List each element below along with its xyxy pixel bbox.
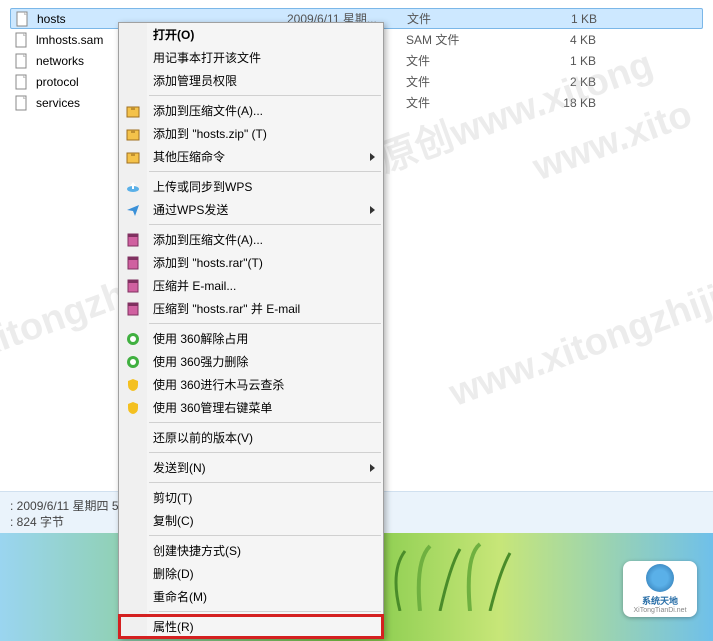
menu-separator [149, 95, 381, 96]
360-shield-icon [125, 400, 141, 416]
file-type: SAM 文件 [406, 31, 516, 48]
menu-open-notepad[interactable]: 用记事本打开该文件 [119, 46, 383, 69]
menu-add-hosts-rar[interactable]: 添加到 "hosts.rar"(T) [119, 251, 383, 274]
menu-upload-wps[interactable]: 上传或同步到WPS [119, 175, 383, 198]
badge-title: 系统天地 [642, 594, 678, 607]
file-icon [14, 95, 30, 111]
menu-add-archive[interactable]: 添加到压缩文件(A)... [119, 99, 383, 122]
archive-icon [125, 126, 141, 142]
file-size: 4 KB [516, 33, 596, 47]
menu-separator [149, 452, 381, 453]
menu-separator [149, 482, 381, 483]
menu-360-trojan-scan[interactable]: 使用 360进行木马云查杀 [119, 373, 383, 396]
menu-separator [149, 422, 381, 423]
menu-cut[interactable]: 剪切(T) [119, 486, 383, 509]
archive-icon [125, 149, 141, 165]
menu-compress-rar-email[interactable]: 压缩到 "hosts.rar" 并 E-mail [119, 297, 383, 320]
file-size: 18 KB [516, 96, 596, 110]
360-icon [125, 354, 141, 370]
file-size: 1 KB [517, 12, 597, 26]
menu-send-to[interactable]: 发送到(N) [119, 456, 383, 479]
menu-separator [149, 171, 381, 172]
file-size: 2 KB [516, 75, 596, 89]
menu-360-manage-menu[interactable]: 使用 360管理右键菜单 [119, 396, 383, 419]
menu-open[interactable]: 打开(O) [119, 23, 383, 46]
badge-url: XiTongTianDi.net [633, 607, 686, 614]
menu-create-shortcut[interactable]: 创建快捷方式(S) [119, 539, 383, 562]
menu-360-force-delete[interactable]: 使用 360强力删除 [119, 350, 383, 373]
chevron-right-icon [370, 206, 375, 214]
menu-separator [149, 323, 381, 324]
menu-delete[interactable]: 删除(D) [119, 562, 383, 585]
rar-icon [125, 232, 141, 248]
cloud-upload-icon [125, 179, 141, 195]
menu-add-admin[interactable]: 添加管理员权限 [119, 69, 383, 92]
file-icon [15, 11, 31, 27]
send-icon [125, 202, 141, 218]
menu-copy[interactable]: 复制(C) [119, 509, 383, 532]
menu-compress-email[interactable]: 压缩并 E-mail... [119, 274, 383, 297]
menu-separator [149, 224, 381, 225]
badge-logo-icon [646, 564, 674, 592]
watermark: www.xitongzhijia.net [444, 247, 713, 415]
file-icon [14, 32, 30, 48]
file-type: 文件 [407, 10, 517, 27]
rar-icon [125, 255, 141, 271]
menu-360-release[interactable]: 使用 360解除占用 [119, 327, 383, 350]
context-menu: 打开(O) 用记事本打开该文件 添加管理员权限 添加到压缩文件(A)... 添加… [118, 22, 384, 639]
menu-restore-previous[interactable]: 还原以前的版本(V) [119, 426, 383, 449]
menu-properties[interactable]: 属性(R) [119, 615, 383, 638]
file-size: 1 KB [516, 54, 596, 68]
grass-decoration [380, 541, 560, 611]
file-icon [14, 74, 30, 90]
file-type: 文件 [406, 94, 516, 111]
rar-icon [125, 301, 141, 317]
chevron-right-icon [370, 153, 375, 161]
menu-other-archive[interactable]: 其他压缩命令 [119, 145, 383, 168]
360-icon [125, 331, 141, 347]
menu-add-archive-2[interactable]: 添加到压缩文件(A)... [119, 228, 383, 251]
rar-icon [125, 278, 141, 294]
file-icon [14, 53, 30, 69]
site-badge: 系统天地 XiTongTianDi.net [623, 561, 697, 617]
menu-separator [149, 611, 381, 612]
file-type: 文件 [406, 52, 516, 69]
menu-separator [149, 535, 381, 536]
menu-add-hosts-zip[interactable]: 添加到 "hosts.zip" (T) [119, 122, 383, 145]
menu-rename[interactable]: 重命名(M) [119, 585, 383, 608]
archive-icon [125, 103, 141, 119]
360-shield-icon [125, 377, 141, 393]
chevron-right-icon [370, 464, 375, 472]
menu-send-wps[interactable]: 通过WPS发送 [119, 198, 383, 221]
file-type: 文件 [406, 73, 516, 90]
